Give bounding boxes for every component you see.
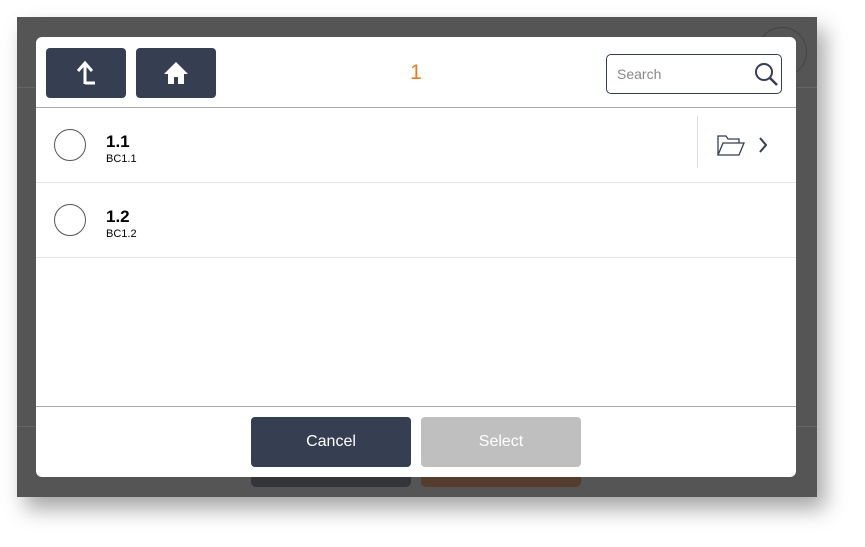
list-item[interactable]: 1.2 BC1.2 <box>36 183 796 258</box>
search-box[interactable] <box>606 54 782 94</box>
select-dialog: 1 1.1 BC1.1 1.2 BC1.2 Cancel Select <box>36 37 796 477</box>
item-name: 1.2 <box>106 207 130 226</box>
divider <box>697 116 698 168</box>
footer-divider <box>36 406 796 407</box>
home-button[interactable] <box>136 48 216 98</box>
item-code: BC1.2 <box>106 228 137 240</box>
search-input[interactable] <box>617 66 747 82</box>
search-icon[interactable] <box>753 61 779 87</box>
up-button[interactable] <box>46 48 126 98</box>
list-item[interactable]: 1.1 BC1.1 <box>36 108 796 183</box>
item-code: BC1.1 <box>106 153 137 165</box>
home-icon <box>164 62 188 84</box>
item-name: 1.1 <box>106 132 130 151</box>
arrow-up-left-icon <box>76 60 95 85</box>
cancel-button[interactable]: Cancel <box>251 417 411 467</box>
chevron-right-icon <box>759 137 768 153</box>
select-button[interactable]: Select <box>421 417 581 467</box>
radio-button[interactable] <box>54 204 86 236</box>
radio-button[interactable] <box>54 129 86 161</box>
open-folder-button[interactable] <box>716 130 786 160</box>
folder-open-icon <box>717 135 745 156</box>
dialog-title: 1 <box>410 61 422 84</box>
